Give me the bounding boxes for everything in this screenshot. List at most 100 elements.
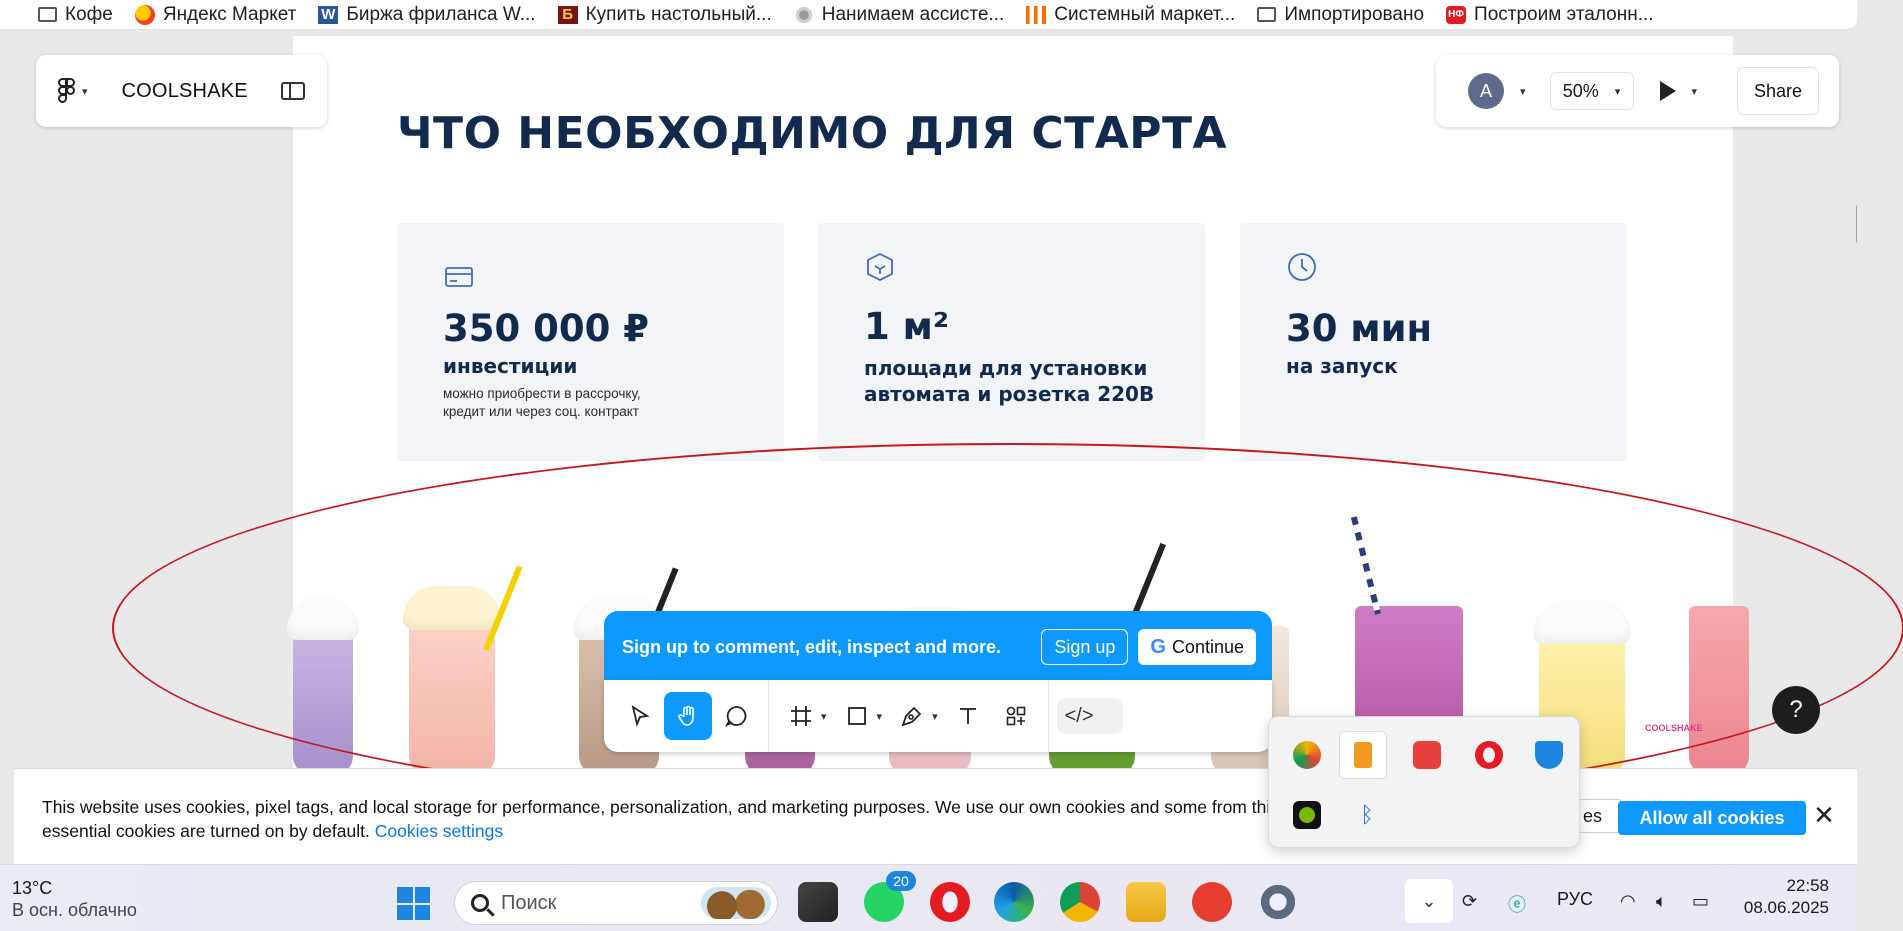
wifi-icon[interactable]: ◠ [1620, 891, 1636, 912]
card-note-line1: можно приобрести в рассрочку, [443, 386, 641, 401]
bookmark-assistant[interactable]: Нанимаем ассисте... [793, 4, 1004, 26]
volume-icon[interactable]: 🔈︎ [1656, 891, 1667, 912]
bookmark-yandex-market[interactable]: Яндекс Маркет [134, 4, 296, 26]
avatar[interactable]: A [1468, 73, 1504, 109]
signup-text: Sign up to comment, edit, inspect and mo… [622, 636, 1002, 657]
folder-icon [1257, 7, 1277, 22]
b-icon: Б [557, 5, 578, 24]
chevron-down-icon[interactable]: ▾ [877, 710, 883, 723]
e-app-icon[interactable]: ⓔ [1508, 891, 1526, 917]
file-explorer-icon[interactable] [1126, 882, 1166, 922]
viewer-controls: A ▾ 50% ▾ ▾ Share [1436, 55, 1839, 127]
card-value: 350 000 ₽ [443, 307, 649, 350]
hand-tool-icon[interactable] [664, 692, 712, 740]
figma-logo-icon[interactable] [58, 78, 76, 104]
milkshake [403, 565, 523, 772]
chrome-canary-icon[interactable] [1293, 741, 1321, 769]
card-icon [445, 267, 473, 287]
bookmark-boardgame[interactable]: Б Купить настольный... [557, 4, 772, 26]
gear-icon [793, 5, 814, 24]
taskbar: 13°C В осн. облачно Поиск 20 ⌄ ⟳ ⓔ РУС ◠… [0, 864, 1857, 931]
chevron-down-icon[interactable]: ▾ [1692, 85, 1698, 98]
taskbar-search[interactable]: Поиск [454, 881, 778, 925]
edge-icon[interactable] [994, 882, 1034, 922]
anydesk-icon[interactable] [1413, 741, 1441, 769]
components-tool-icon[interactable] [992, 692, 1040, 740]
signup-button[interactable]: Sign up [1041, 629, 1129, 665]
chevron-down-icon[interactable]: ▾ [1520, 85, 1526, 98]
card-value: 30 мин [1286, 307, 1433, 350]
weather-widget[interactable]: 13°C В осн. облачно [12, 877, 137, 921]
card-area: 1 м² площади для установки автомата и ро… [818, 223, 1205, 461]
tray-overflow-popup: ᛒ [1268, 716, 1580, 848]
google-icon: G [1150, 635, 1166, 658]
zoom-select[interactable]: 50% ▾ [1549, 72, 1634, 110]
vertical-scrollbar[interactable] [1856, 204, 1857, 244]
cookies-settings-link[interactable]: Cookies settings [375, 821, 503, 841]
task-view-icon[interactable] [798, 882, 838, 922]
text-tool-icon[interactable] [944, 692, 992, 740]
yandex-market-icon [134, 4, 155, 25]
whatsapp-badge: 20 [886, 871, 916, 891]
language-indicator[interactable]: РУС [1557, 889, 1593, 910]
card-value: 1 м² [864, 305, 950, 348]
milkshake [1689, 600, 1749, 772]
bookmark-system-market[interactable]: Системный маркет... [1026, 4, 1235, 26]
opera-icon[interactable] [1475, 741, 1503, 769]
red-logo-icon: НФ [1446, 5, 1467, 24]
chevron-down-icon: ▾ [1614, 85, 1621, 98]
card-label-line2: автомата и розетка 220В [864, 382, 1155, 406]
dev-mode-toggle[interactable]: </> [1056, 698, 1123, 734]
continue-with-google-button[interactable]: G Continue [1138, 629, 1256, 665]
card-label-line1: площади для установки [864, 356, 1148, 380]
file-panel: ▾ COOLSHAKE [36, 55, 327, 127]
battery-icon[interactable]: ▭ [1692, 891, 1709, 912]
windows-start-icon[interactable] [397, 887, 430, 920]
card-label: на запуск [1286, 354, 1398, 378]
cookie-text: This website uses cookies, pixel tags, a… [42, 797, 1332, 841]
milkshake [287, 596, 359, 772]
necessary-cookies-button[interactable]: es [1578, 799, 1622, 833]
w-icon: W [318, 5, 339, 24]
opera-icon[interactable] [930, 882, 970, 922]
clock[interactable]: 22:58 08.06.2025 [1739, 875, 1829, 919]
bookmark-freelance[interactable]: W Биржа фриланса W... [318, 4, 536, 26]
allow-all-cookies-button[interactable]: Allow all cookies [1618, 801, 1806, 835]
frame-tool-icon[interactable] [777, 692, 825, 740]
code-icon: </> [1064, 704, 1094, 727]
chevron-down-icon[interactable]: ▾ [932, 710, 938, 723]
bookmark-imported[interactable]: Импортировано [1257, 4, 1424, 26]
file-name: COOLSHAKE [121, 79, 248, 102]
settings-gear-icon[interactable] [1258, 882, 1298, 922]
chevron-up-icon[interactable]: ⌄ [1405, 879, 1453, 923]
nvidia-icon[interactable] [1293, 801, 1321, 829]
chevron-down-icon[interactable]: ▾ [82, 85, 88, 98]
close-icon[interactable]: ✕ [1808, 799, 1840, 831]
pen-tool-icon[interactable] [888, 692, 936, 740]
shape-tool-icon[interactable] [833, 692, 881, 740]
slide-title: ЧТО НЕОБХОДИМО ДЛЯ СТАРТА [397, 108, 1228, 159]
bookmarks-bar: Кофе Яндекс Маркет W Биржа фриланса W... … [0, 0, 1857, 30]
comment-tool-icon[interactable] [712, 692, 760, 740]
help-button[interactable]: ? [1772, 686, 1820, 734]
sync-icon[interactable]: ⟳ [1462, 891, 1477, 912]
sidebar-toggle-icon[interactable] [281, 82, 305, 100]
chevron-down-icon[interactable]: ▾ [821, 710, 827, 723]
card-label: инвестиции [443, 354, 578, 378]
wps-office-icon[interactable] [1192, 882, 1232, 922]
bookmark-build[interactable]: НФ Построим эталонн... [1446, 4, 1654, 26]
bookmark-coffee[interactable]: Кофе [38, 4, 113, 26]
move-tool-icon[interactable] [616, 692, 664, 740]
chrome-icon[interactable] [1060, 882, 1100, 922]
card-note-line2: кредит или через соц. контракт [443, 404, 639, 419]
bluetooth-icon[interactable]: ᛒ [1353, 801, 1381, 829]
play-icon[interactable] [1659, 81, 1676, 101]
search-icon [471, 894, 489, 912]
defender-warning-icon[interactable] [1535, 741, 1563, 769]
tray-app-icon[interactable] [1339, 731, 1387, 779]
toolbar-divider [768, 680, 769, 752]
share-button[interactable]: Share [1736, 67, 1819, 115]
clock-icon [1288, 253, 1316, 281]
card-launch: 30 мин на запуск [1240, 223, 1627, 461]
card-investment: 350 000 ₽ инвестиции можно приобрести в … [397, 223, 784, 461]
